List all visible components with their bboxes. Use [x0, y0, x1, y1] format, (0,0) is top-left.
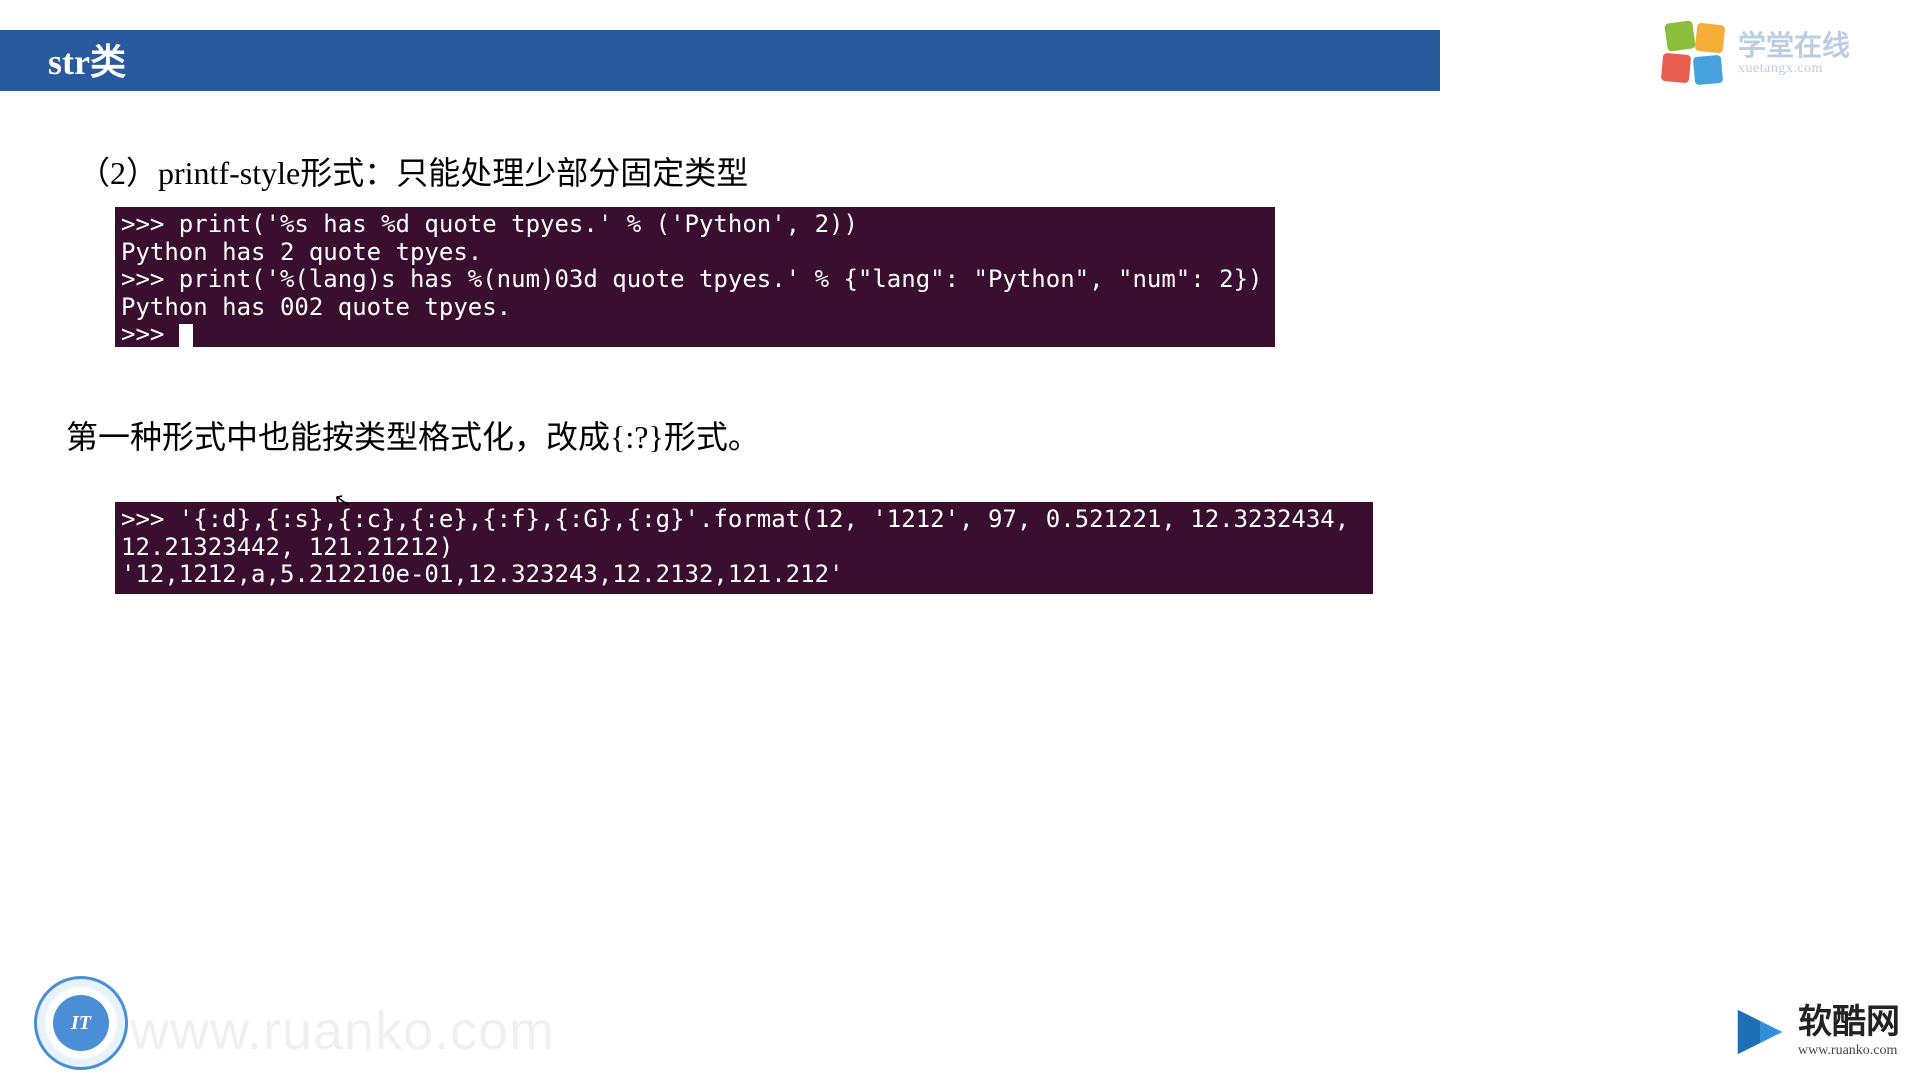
term1-line-4: >>>: [121, 320, 179, 348]
term1-line-0: >>> print('%s has %d quote tpyes.' % ('P…: [121, 210, 858, 238]
term1-line-2: >>> print('%(lang)s has %(num)03d quote …: [121, 265, 1263, 293]
xuetangx-en: xuetangx.com: [1738, 61, 1850, 77]
terminal-block-1: >>> print('%s has %d quote tpyes.' % ('P…: [115, 207, 1275, 347]
ruanko-en: www.ruanko.com: [1798, 1044, 1900, 1058]
terminal-block-2: >>> '{:d},{:s},{:c},{:e},{:f},{:G},{:g}'…: [115, 502, 1373, 594]
section-note: 第一种形式中也能按类型格式化，改成{:?}形式。: [66, 412, 760, 458]
ruanko-play-icon: [1732, 1006, 1788, 1058]
term2-line-1: '12,1212,a,5.212210e-01,12.323243,12.213…: [121, 560, 843, 588]
institution-badge: IT: [34, 976, 128, 1070]
header-underline: [0, 88, 1440, 91]
xuetangx-text: 学堂在线 xuetangx.com: [1738, 33, 1850, 77]
term1-line-1: Python has 2 quote tpyes.: [121, 238, 482, 266]
term1-line-3: Python has 002 quote tpyes.: [121, 293, 511, 321]
terminal-cursor-icon: [179, 324, 193, 348]
ruanko-text: 软酷网 www.ruanko.com: [1798, 1006, 1900, 1058]
xuetangx-cn: 学堂在线: [1738, 33, 1850, 61]
ruanko-logo: 软酷网 www.ruanko.com: [1732, 1006, 1900, 1058]
watermark-text: www.ruanko.com: [130, 1000, 555, 1062]
xuetangx-logo: 学堂在线 xuetangx.com: [1660, 20, 1920, 90]
ruanko-cn: 软酷网: [1798, 1006, 1900, 1040]
xuetangx-icon: [1660, 22, 1726, 88]
slide-header: str类: [0, 30, 1440, 88]
mouse-cursor-icon: ↖: [332, 487, 353, 515]
section-heading: （2）printf-style形式：只能处理少部分固定类型: [78, 148, 748, 194]
term2-line-0: >>> '{:d},{:s},{:c},{:e},{:f},{:G},{:g}'…: [121, 505, 1364, 561]
slide-title: str类: [48, 33, 126, 85]
badge-text: IT: [53, 995, 109, 1051]
